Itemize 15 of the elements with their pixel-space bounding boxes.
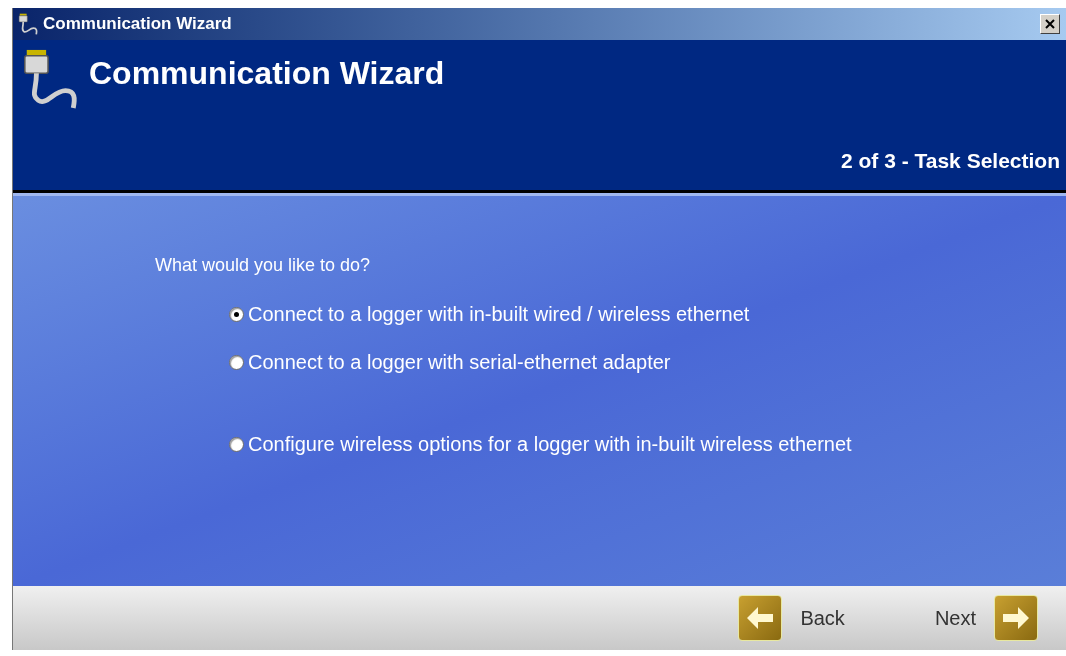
radio-button[interactable]	[229, 436, 244, 452]
cable-icon	[17, 13, 39, 35]
window-title: Communication Wizard	[43, 13, 232, 36]
next-button[interactable]: Next	[934, 595, 1038, 641]
step-label: 2 of 3 - Task Selection	[841, 147, 1060, 174]
back-button[interactable]: Back	[738, 595, 845, 641]
close-button[interactable]	[1040, 14, 1060, 34]
radio-button[interactable]	[229, 354, 244, 370]
option-label[interactable]: Connect to a logger with in-built wired / wireless ethernet	[248, 303, 750, 325]
close-icon	[1045, 19, 1055, 29]
header-title: Communication Wizard	[89, 54, 445, 93]
question-text: What would you like to do?	[155, 254, 372, 277]
option-label[interactable]: Configure wireless options for a logger with in-built wireless ethernet	[248, 433, 852, 455]
radio-button[interactable]	[229, 306, 244, 322]
option-label[interactable]: Connect to a logger with serial-ethernet adapter	[248, 351, 671, 373]
